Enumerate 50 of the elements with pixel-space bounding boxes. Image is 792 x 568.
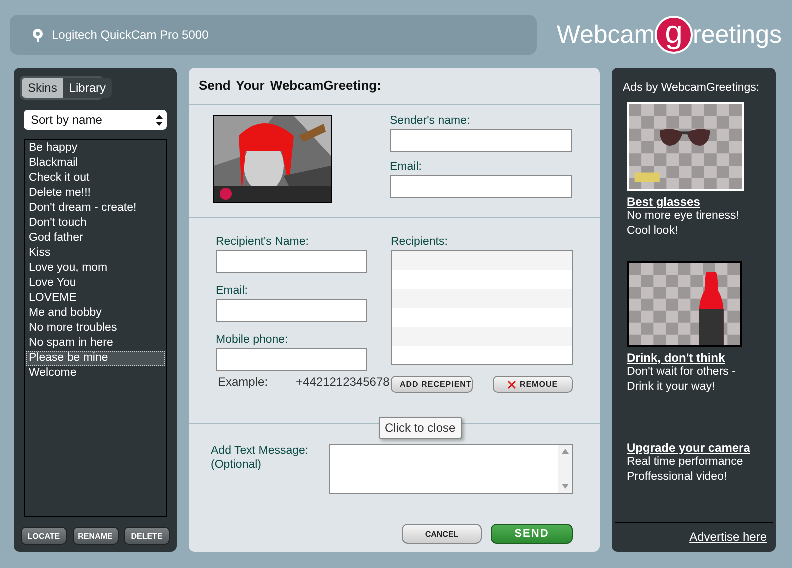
- advertise-link[interactable]: Advertise here: [690, 530, 767, 544]
- example-value: +4421212345678: [296, 375, 390, 389]
- ad-text: Real time performance: [627, 455, 744, 470]
- field-label: Sender's name:: [390, 115, 472, 127]
- list-item[interactable]: Don't dream - create!: [26, 201, 165, 216]
- ad-text: Cool look!: [627, 224, 680, 239]
- ads-title: Ads by WebcamGreetings:: [622, 82, 761, 94]
- list-item[interactable]: Don't touch: [26, 216, 165, 231]
- list-item[interactable]: Please be mine: [26, 351, 165, 366]
- field-label: Mobile phone:: [216, 334, 290, 346]
- list-item[interactable]: No spam in here: [26, 336, 165, 351]
- library-button[interactable]: LOCATE: [21, 527, 67, 545]
- tab[interactable]: Library: [63, 78, 112, 98]
- field-label: Add Text Message:: [211, 444, 310, 458]
- list-item[interactable]: Me and bobby: [26, 306, 165, 321]
- ad-text: Drink it your way!: [627, 380, 716, 395]
- list-item[interactable]: Blackmail: [26, 156, 165, 171]
- ad-text: No more eye tireness!: [627, 209, 740, 224]
- list-item[interactable]: Love you, mom: [26, 261, 165, 276]
- list-item[interactable]: Love You: [26, 276, 165, 291]
- example-label: Example:: [218, 375, 268, 389]
- device-name: Logitech QuickCam Pro 5000: [52, 28, 209, 42]
- field-label: Email:: [390, 161, 423, 173]
- cancel-button[interactable]: CANCEL: [402, 524, 482, 544]
- ad-link[interactable]: Drink, don't think: [627, 351, 776, 365]
- form-title: Send Your WebcamGreeting:: [189, 68, 600, 105]
- list-item[interactable]: No more troubles: [26, 321, 165, 336]
- ad-text: Don't wait for others -: [627, 365, 737, 380]
- sort-dropdown[interactable]: Sort by name: [24, 110, 167, 130]
- logo: Webcam g reetings: [556, 16, 782, 54]
- field-note: (Optional): [211, 458, 262, 472]
- list-item[interactable]: Kiss: [26, 246, 165, 261]
- list-item[interactable]: LOVEME: [26, 291, 165, 306]
- tooltip[interactable]: Click to close: [379, 417, 462, 439]
- field-label: Email:: [216, 285, 249, 297]
- ad-link[interactable]: Upgrade your camera: [627, 441, 776, 455]
- recipient-button[interactable]: REMOUE: [493, 376, 573, 393]
- list-item[interactable]: Be happy: [26, 141, 165, 156]
- list-item[interactable]: God father: [26, 231, 165, 246]
- ad-text: Proffessional video!: [627, 470, 728, 485]
- library-button[interactable]: RENAME: [72, 527, 118, 545]
- list-item[interactable]: Welcome: [26, 366, 165, 381]
- tab[interactable]: Skins: [22, 78, 64, 98]
- list-item[interactable]: Delete me!!!: [26, 186, 165, 201]
- field-label: Recipients:: [391, 236, 449, 248]
- field-label: Recipient's Name:: [216, 236, 310, 248]
- ad-link[interactable]: Best glasses: [627, 195, 776, 209]
- recipient-button[interactable]: ADD RECEPIENT: [391, 376, 473, 393]
- list-item[interactable]: Check it out: [26, 171, 165, 186]
- library-button[interactable]: DELETE: [124, 527, 170, 545]
